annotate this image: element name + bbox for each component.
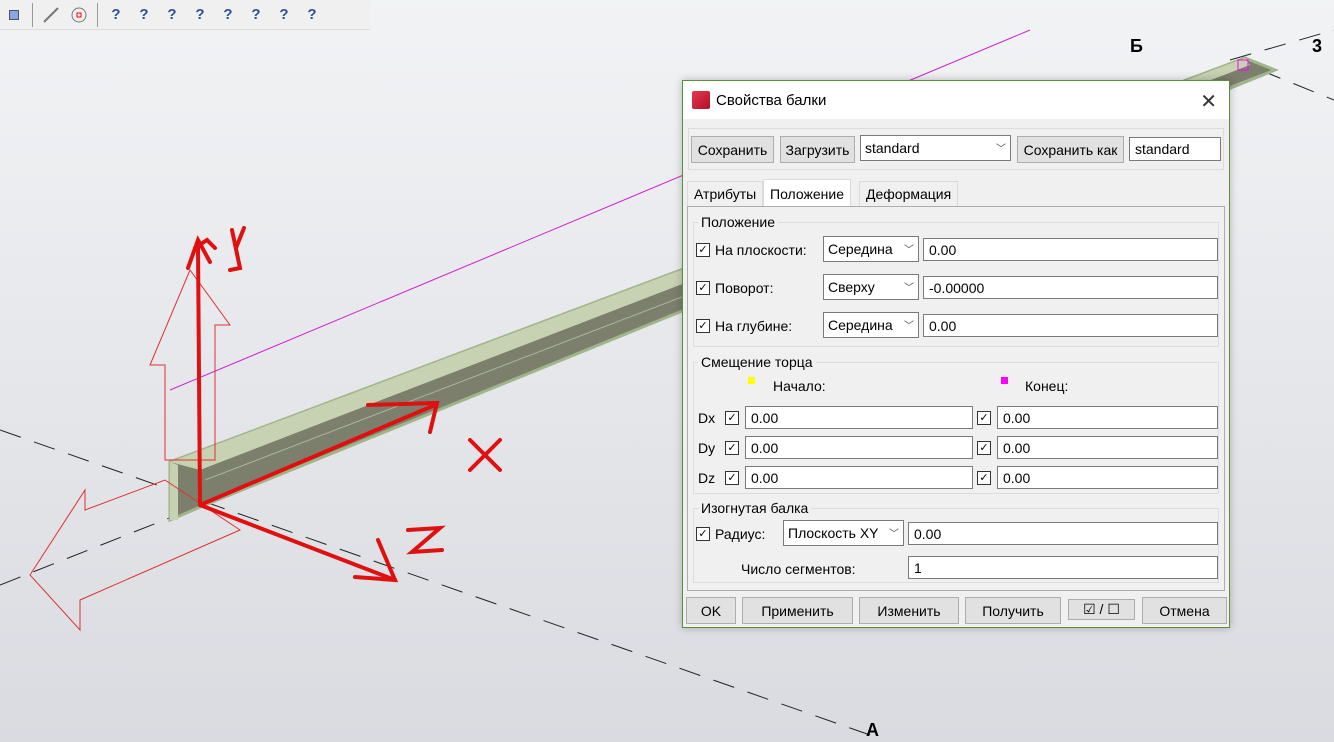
depth-value[interactable]: 0.00 [923,314,1218,337]
tab-position[interactable]: Положение [763,179,851,207]
snap-point-icon[interactable] [3,4,25,26]
save-as-button[interactable]: Сохранить как [1017,136,1124,163]
dx-label: Dx [698,410,716,426]
rotation-select[interactable]: Сверху ﹀ [823,274,919,300]
depth-select[interactable]: Середина ﹀ [823,312,919,338]
ok-button[interactable]: OK [686,597,736,624]
snap-circle-icon[interactable] [68,4,90,26]
chevron-down-icon: ﹀ [904,240,914,256]
segments-label: Число сегментов: [741,561,856,577]
position-group-label: Положение [698,214,778,230]
chevron-down-icon: ﹀ [996,139,1006,155]
query-group-icon[interactable]: ? [217,4,239,26]
modify-button[interactable]: Изменить [859,597,959,624]
app-logo-icon [692,91,710,109]
toolbar-separator [32,2,33,27]
dz-start-input[interactable]: 0.00 [745,466,973,489]
on-plane-select[interactable]: Середина ﹀ [823,236,919,262]
grid-label-a: А [866,720,879,740]
dialog-title: Свойства балки [716,91,827,109]
on-plane-label: На плоскости: [715,242,807,258]
end-label: Конец: [1025,378,1069,394]
segments-input[interactable]: 1 [908,556,1218,579]
query-3d-icon[interactable]: ? [301,4,323,26]
depth-option: Середина [828,317,893,333]
query-beam-icon[interactable]: ? [133,4,155,26]
chevron-down-icon: ﹀ [889,524,899,540]
chevron-down-icon: ﹀ [904,316,914,332]
dy-start-checkbox[interactable]: ✓ [725,441,739,455]
on-plane-checkbox[interactable]: ✓ [696,243,710,257]
dy-start-input[interactable]: 0.00 [745,436,973,459]
start-point-marker [748,377,755,384]
get-button[interactable]: Получить [965,597,1061,624]
on-plane-option: Середина [828,241,893,257]
query-object-icon[interactable]: ? [105,4,127,26]
end-offset-group-label: Смещение торца [698,354,816,370]
beam-properties-dialog: Свойства балки ✕ Сохранить Загрузить sta… [682,80,1230,628]
rotation-label: Поворот: [715,280,774,296]
dx-end-input[interactable]: 0.00 [997,406,1218,429]
preset-value: standard [865,140,920,156]
toolbar: ? ? ? ? ? ? ? ? [0,0,370,30]
query-weld-icon[interactable]: ? [189,4,211,26]
grid-label-b: Б [1130,36,1143,56]
start-label: Начало: [773,378,826,394]
rotation-value[interactable]: -0.00000 [923,276,1218,299]
save-as-name-input[interactable]: standard [1129,137,1221,161]
dz-end-checkbox[interactable]: ✓ [977,471,991,485]
save-button[interactable]: Сохранить [691,136,774,163]
tab-deformation[interactable]: Деформация [859,181,959,206]
dx-start-checkbox[interactable]: ✓ [725,411,739,425]
end-point-marker [1001,377,1008,384]
depth-checkbox[interactable]: ✓ [696,319,710,333]
radius-label: Радиус: [715,526,766,542]
tab-attributes[interactable]: Атрибуты [687,181,764,206]
preset-select[interactable]: standard ﹀ [860,135,1011,161]
grid-label-3: 3 [1312,36,1323,56]
rotation-option: Сверху [828,279,875,295]
load-button[interactable]: Загрузить [780,136,855,163]
plane-option: Плоскость XY [788,525,879,541]
close-icon[interactable]: ✕ [1200,89,1217,114]
on-plane-value[interactable]: 0.00 [923,238,1218,261]
apply-button[interactable]: Применить [742,597,853,624]
dy-end-input[interactable]: 0.00 [997,436,1218,459]
radius-input[interactable]: 0.00 [908,522,1218,545]
dz-label: Dz [698,470,716,486]
chevron-down-icon: ﹀ [904,278,914,294]
dx-start-input[interactable]: 0.00 [745,406,973,429]
toolbar-separator [97,2,98,27]
dz-start-checkbox[interactable]: ✓ [725,471,739,485]
dy-end-checkbox[interactable]: ✓ [977,441,991,455]
dz-end-input[interactable]: 0.00 [997,466,1218,489]
depth-label: На глубине: [715,318,793,334]
dx-end-checkbox[interactable]: ✓ [977,411,991,425]
curved-beam-group-label: Изогнутая балка [698,500,812,516]
query-part-icon[interactable]: ? [161,4,183,26]
radius-checkbox[interactable]: ✓ [696,527,710,541]
dy-label: Dy [698,440,716,456]
snap-line-icon[interactable] [40,4,62,26]
toggle-all-checkboxes-button[interactable]: ☑ / ☐ [1068,599,1135,620]
plane-select[interactable]: Плоскость XY ﹀ [783,520,904,546]
rotation-checkbox[interactable]: ✓ [696,281,710,295]
cancel-button[interactable]: Отмена [1142,597,1227,624]
query-assembly-icon[interactable]: ? [273,4,295,26]
dialog-titlebar[interactable]: Свойства балки [683,81,1229,119]
query-component-icon[interactable]: ? [245,4,267,26]
